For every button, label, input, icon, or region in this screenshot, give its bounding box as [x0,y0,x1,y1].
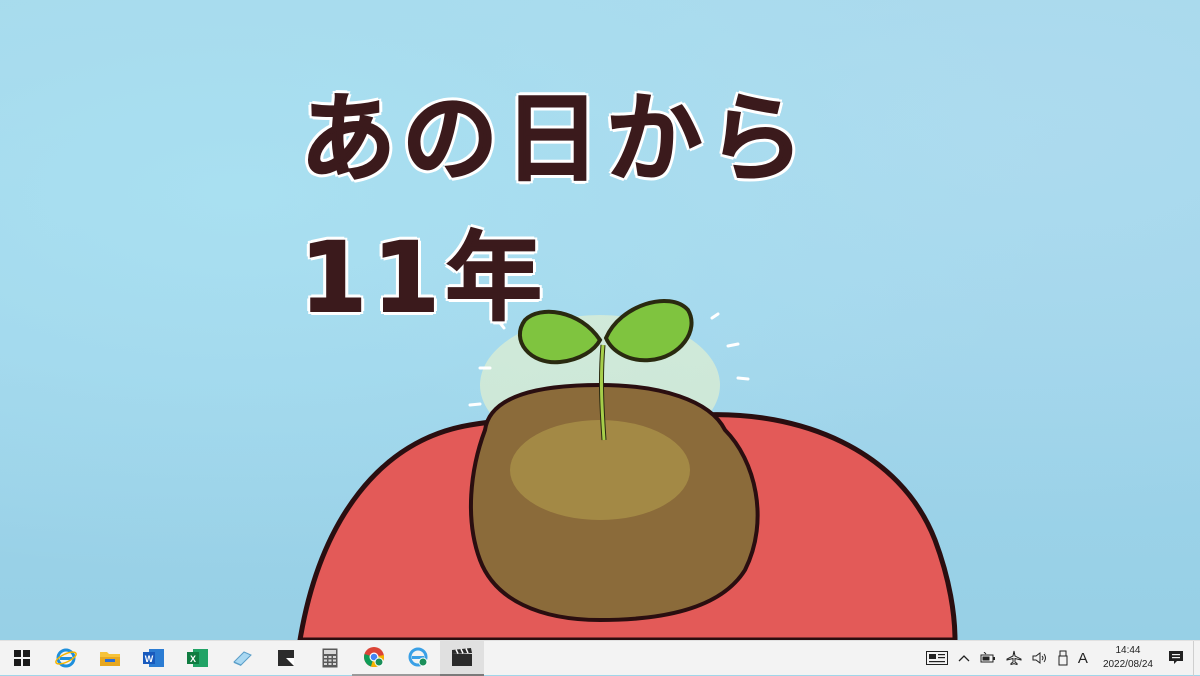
taskbar-word[interactable]: W [132,641,176,676]
taskbar-excel[interactable]: X [176,641,220,676]
ime-indicator[interactable]: A [1073,641,1093,676]
word-icon: W [143,649,164,667]
svg-text:W: W [145,654,154,664]
show-desktop-button[interactable] [1193,640,1200,676]
notification-icon [1169,651,1183,664]
notifications-button[interactable] [1163,641,1189,676]
eraser-icon [233,651,252,666]
taskbar-calculator[interactable] [308,641,352,676]
usb-icon [1058,650,1068,666]
clock-date: 2022/08/24 [1102,659,1153,670]
show-hidden-icons-button[interactable] [953,641,975,676]
wallpaper-title: あの日から11年 [299,82,810,335]
taskbar-internet-explorer[interactable] [44,641,88,676]
windows-logo-icon [14,650,30,666]
start-button[interactable] [0,641,44,676]
clapperboard-icon [452,648,472,666]
chrome-icon [364,647,384,667]
calculator-icon [322,648,338,668]
taskbar-chrome[interactable] [352,641,396,676]
news-icon [925,651,948,665]
taskbar-video-app[interactable] [440,640,484,676]
internet-explorer-icon [55,648,77,668]
chevron-up-icon [958,655,970,662]
taskbar-snip-app[interactable] [264,641,308,676]
taskbar-eraser-app[interactable] [220,641,264,676]
clock[interactable]: 14:44 2022/08/24 [1093,641,1163,676]
taskbar-ie-broken[interactable] [396,641,440,676]
airplane-icon [1006,650,1022,666]
excel-icon: X [187,649,208,667]
desktop-wallpaper: あの日から11年 [0,0,1200,640]
taskbar: W X A 14:44 2022/08/24 [0,640,1200,676]
battery-status[interactable] [975,641,1001,676]
system-tray: A 14:44 2022/08/24 [921,640,1200,676]
folder-icon [100,652,120,666]
airplane-mode[interactable] [1001,641,1027,676]
battery-charging-icon [980,652,995,663]
ie-blue-icon [408,647,428,667]
speaker-icon [1032,652,1046,664]
usb-device[interactable] [1053,641,1073,676]
snip-icon [278,650,294,666]
news-widget[interactable] [921,641,953,676]
svg-text:X: X [190,654,196,664]
clock-time: 14:44 [1115,645,1141,656]
volume-control[interactable] [1027,641,1053,676]
taskbar-file-explorer[interactable] [88,641,132,676]
